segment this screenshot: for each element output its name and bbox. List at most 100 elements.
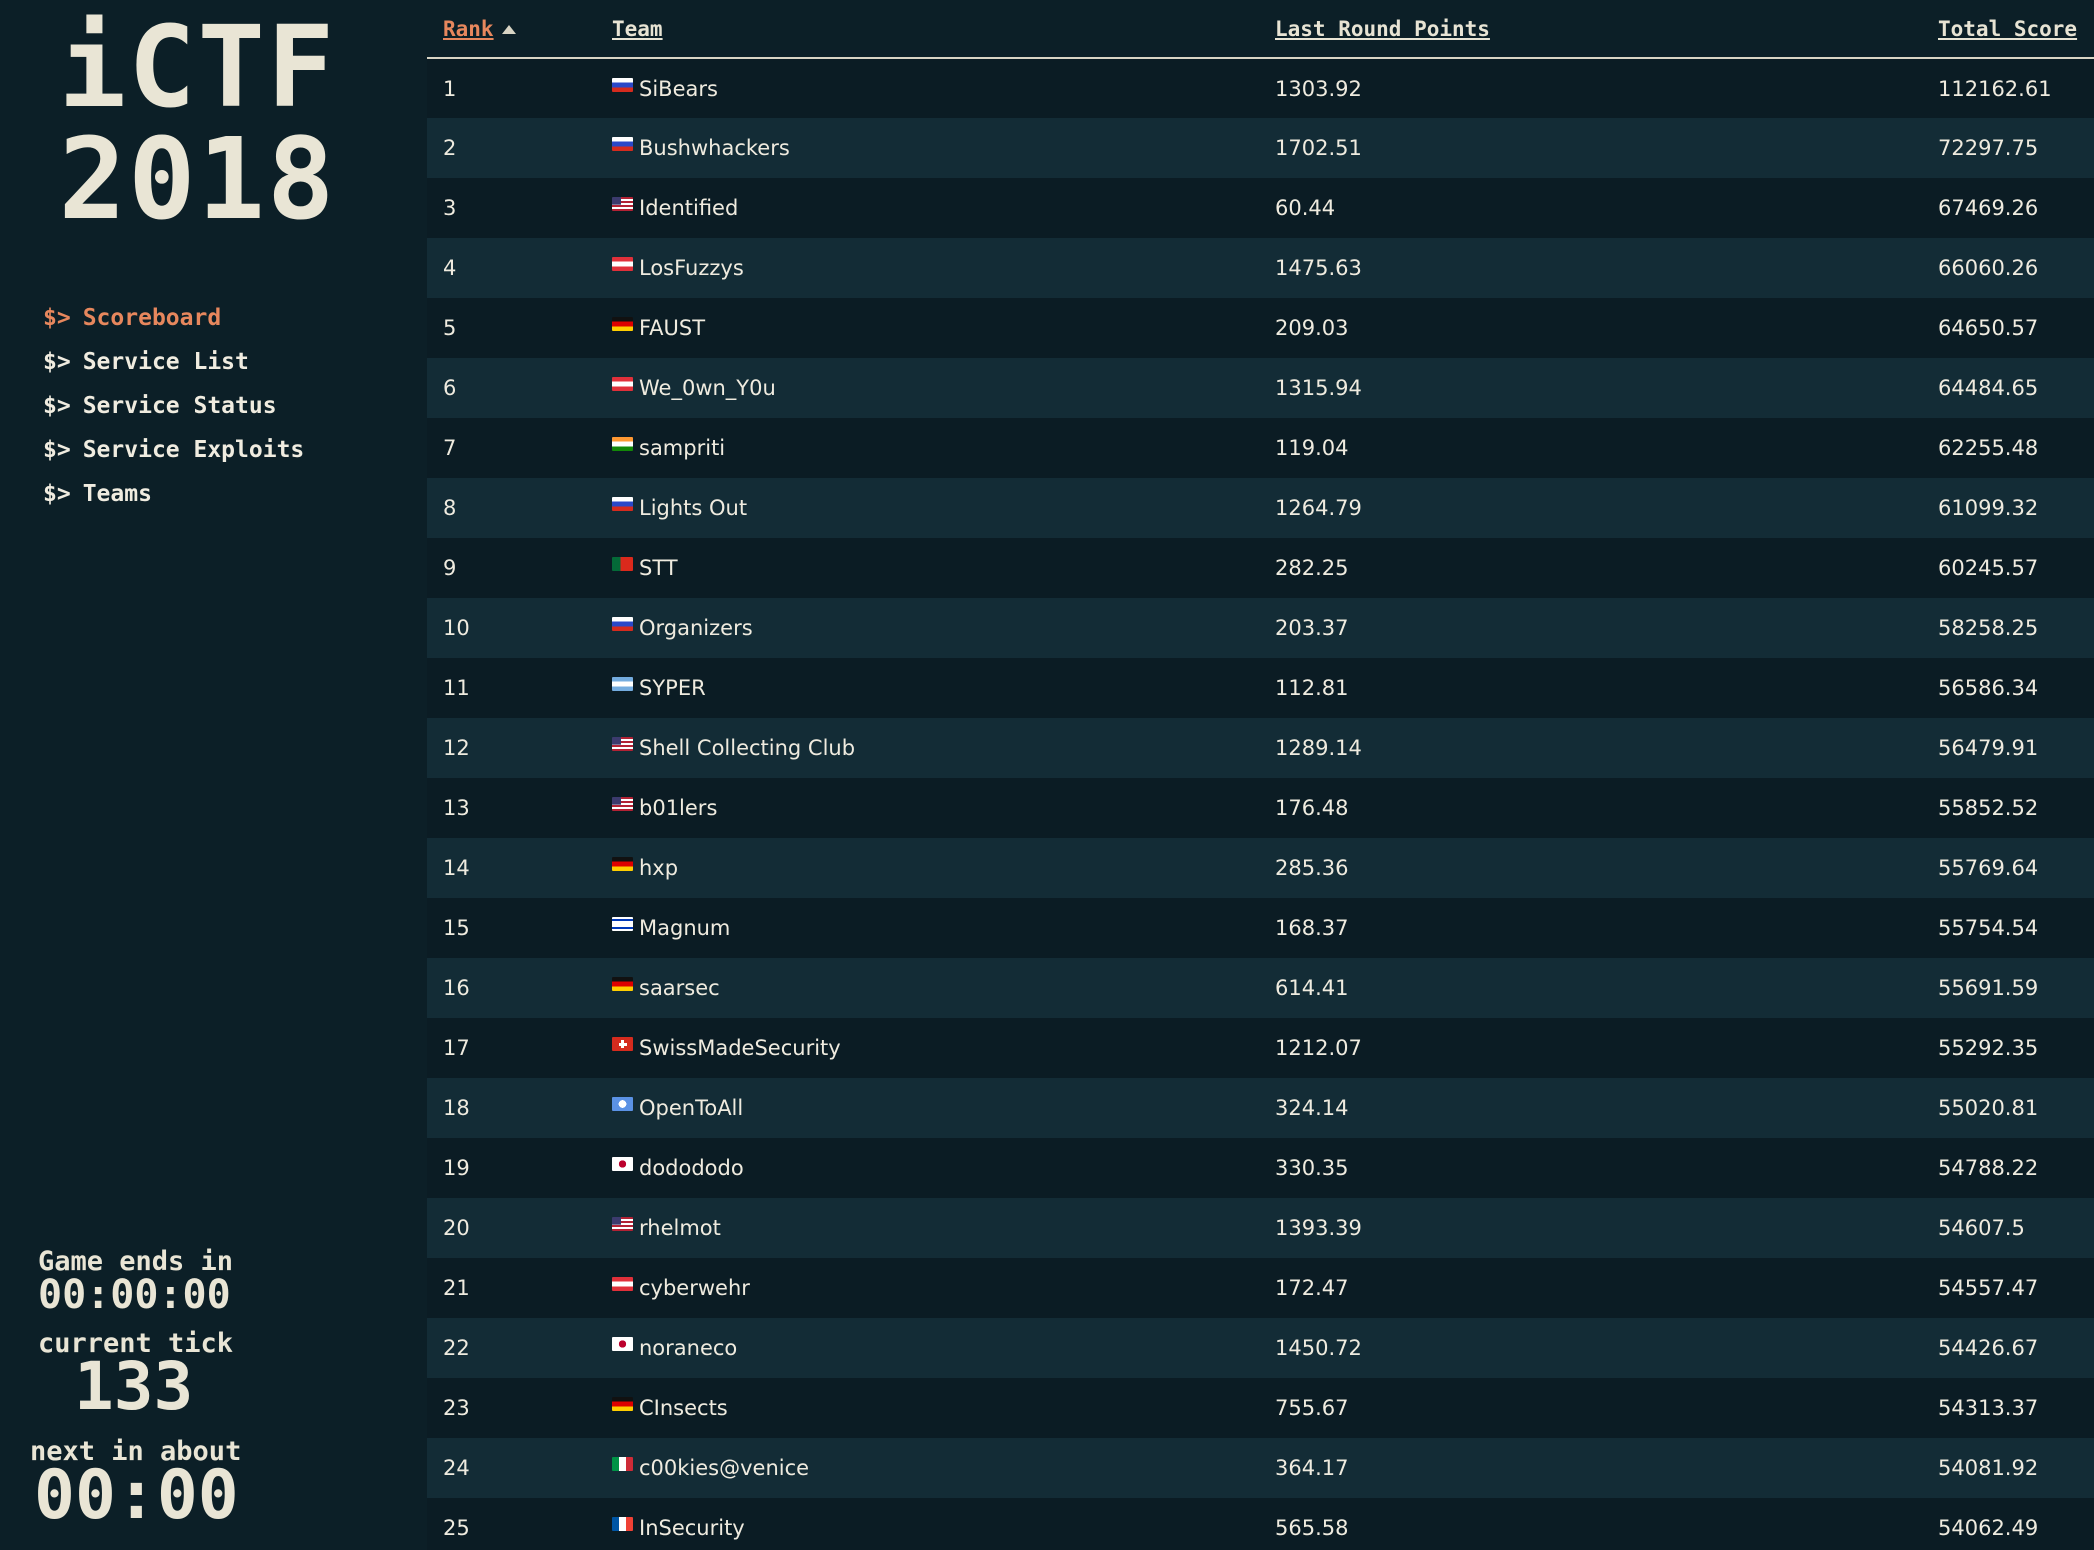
team-cell: InSecurity bbox=[596, 1498, 1259, 1550]
column-header-team[interactable]: Team bbox=[596, 0, 1259, 59]
team-name: Bushwhackers bbox=[639, 136, 790, 160]
rank-cell: 7 bbox=[443, 436, 457, 460]
team-cell: We_0wn_Y0u bbox=[596, 358, 1259, 418]
usa-flag-icon bbox=[612, 1217, 633, 1231]
last-round-points-cell: 1702.51 bbox=[1275, 136, 1362, 160]
team-name: CInsects bbox=[639, 1396, 728, 1420]
total-score-cell: 55754.54 bbox=[1938, 916, 2039, 940]
total-score-cell: 55020.81 bbox=[1938, 1096, 2039, 1120]
usa-flag-icon bbox=[612, 197, 633, 211]
russia-flag-icon bbox=[612, 77, 633, 92]
table-row: 8 Lights Out 1264.79 61099.32 bbox=[427, 478, 2094, 538]
rank-cell: 17 bbox=[443, 1036, 470, 1060]
table-row: 6 We_0wn_Y0u 1315.94 64484.65 bbox=[427, 358, 2094, 418]
team-cell: Shell Collecting Club bbox=[596, 718, 1259, 778]
nav-prompt: $> bbox=[43, 393, 71, 419]
total-score-cell: 112162.61 bbox=[1938, 76, 2052, 101]
column-header-total-score[interactable]: Total Score bbox=[1922, 0, 2094, 59]
table-row: 12 Shell Collecting Club 1289.14 56479.91 bbox=[427, 718, 2094, 778]
column-header-last-round-points[interactable]: Last Round Points bbox=[1259, 0, 1922, 59]
team-name: Organizers bbox=[639, 616, 753, 640]
germany-flag-icon bbox=[612, 977, 633, 991]
total-score-cell: 60245.57 bbox=[1938, 556, 2039, 580]
team-cell: rhelmot bbox=[596, 1198, 1259, 1258]
austria-flag-icon bbox=[612, 257, 633, 271]
total-score-cell: 54313.37 bbox=[1938, 1396, 2039, 1420]
russia-flag-icon bbox=[612, 617, 633, 631]
nav-item-teams[interactable]: $> Teams bbox=[43, 472, 304, 516]
scoreboard-table: Rank Team Last Round Points Total Score … bbox=[427, 0, 2094, 1550]
rank-cell: 2 bbox=[443, 136, 457, 160]
total-score-cell: 54081.92 bbox=[1938, 1456, 2039, 1480]
total-score-cell: 61099.32 bbox=[1938, 496, 2039, 520]
nav-item-service-status[interactable]: $> Service Status bbox=[43, 384, 304, 428]
last-round-points-cell: 565.58 bbox=[1275, 1516, 1349, 1540]
last-round-points-cell: 282.25 bbox=[1275, 556, 1349, 580]
italy-flag-icon bbox=[612, 1457, 633, 1471]
total-score-cell: 54062.49 bbox=[1938, 1516, 2039, 1540]
team-cell: cyberwehr bbox=[596, 1258, 1259, 1318]
rank-cell: 10 bbox=[443, 616, 470, 640]
team-name: SwissMadeSecurity bbox=[639, 1036, 841, 1060]
table-row: 2 Bushwhackers 1702.51 72297.75 bbox=[427, 118, 2094, 178]
team-name: InSecurity bbox=[639, 1516, 745, 1540]
nav-item-label: Service Status bbox=[82, 393, 277, 419]
table-row: 16 saarsec 614.41 55691.59 bbox=[427, 958, 2094, 1018]
column-header-rank[interactable]: Rank bbox=[427, 0, 596, 59]
sort-ascending-icon bbox=[501, 25, 516, 34]
last-round-points-cell: 1289.14 bbox=[1275, 736, 1362, 760]
total-score-cell: 54557.47 bbox=[1938, 1276, 2039, 1300]
last-round-points-cell: 330.35 bbox=[1275, 1156, 1349, 1180]
nav-item-service-list[interactable]: $> Service List bbox=[43, 340, 304, 384]
usa-flag-icon bbox=[612, 797, 633, 811]
team-name: OpenToAll bbox=[639, 1096, 744, 1120]
rank-cell: 11 bbox=[443, 676, 470, 700]
table-row: 3 Identified 60.44 67469.26 bbox=[427, 178, 2094, 238]
usa-flag-icon bbox=[612, 737, 633, 751]
team-cell: noraneco bbox=[596, 1318, 1259, 1378]
table-row: 18 OpenToAll 324.14 55020.81 bbox=[427, 1078, 2094, 1138]
united-nations-flag-icon bbox=[612, 1097, 633, 1111]
last-round-points-cell: 1475.63 bbox=[1275, 256, 1362, 280]
last-round-points-cell: 1264.79 bbox=[1275, 496, 1362, 520]
team-cell: CInsects bbox=[596, 1378, 1259, 1438]
rank-cell: 14 bbox=[443, 856, 470, 880]
total-score-cell: 67469.26 bbox=[1938, 196, 2039, 220]
rank-cell: 4 bbox=[443, 256, 457, 280]
last-round-points-cell: 1303.92 bbox=[1275, 76, 1362, 101]
nav-item-label: Service List bbox=[82, 349, 249, 375]
team-cell: hxp bbox=[596, 838, 1259, 898]
table-row: 11 SYPER 112.81 56586.34 bbox=[427, 658, 2094, 718]
nav-item-scoreboard[interactable]: $> Scoreboard bbox=[43, 296, 304, 340]
team-name: hxp bbox=[639, 856, 679, 880]
team-name: Magnum bbox=[639, 916, 731, 940]
rank-cell: 25 bbox=[443, 1516, 470, 1540]
india-flag-icon bbox=[612, 437, 633, 451]
total-score-cell: 55769.64 bbox=[1938, 856, 2039, 880]
team-cell: Identified bbox=[596, 178, 1259, 238]
table-row: 4 LosFuzzys 1475.63 66060.26 bbox=[427, 238, 2094, 298]
total-score-cell: 58258.25 bbox=[1938, 616, 2039, 640]
table-row: 10 Organizers 203.37 58258.25 bbox=[427, 598, 2094, 658]
rank-cell: 5 bbox=[443, 316, 457, 340]
table-row: 20 rhelmot 1393.39 54607.5 bbox=[427, 1198, 2094, 1258]
nav-item-service-exploits[interactable]: $> Service Exploits bbox=[43, 428, 304, 472]
japan-flag-icon bbox=[612, 1157, 633, 1171]
team-cell: c00kies@venice bbox=[596, 1438, 1259, 1498]
last-round-points-cell: 1450.72 bbox=[1275, 1336, 1362, 1360]
last-round-points-cell: 209.03 bbox=[1275, 316, 1349, 340]
rank-cell: 20 bbox=[443, 1216, 470, 1240]
russia-flag-icon bbox=[612, 137, 633, 151]
total-score-cell: 56479.91 bbox=[1938, 736, 2039, 760]
team-cell: saarsec bbox=[596, 958, 1259, 1018]
current-tick-value: 133 bbox=[74, 1348, 194, 1425]
team-name: cyberwehr bbox=[639, 1276, 750, 1300]
total-score-cell: 54426.67 bbox=[1938, 1336, 2039, 1360]
team-name: SiBears bbox=[639, 76, 718, 101]
rank-cell: 24 bbox=[443, 1456, 470, 1480]
nav-prompt: $> bbox=[43, 481, 71, 507]
rank-cell: 3 bbox=[443, 196, 457, 220]
nav-item-label: Scoreboard bbox=[82, 305, 222, 331]
table-header-row: Rank Team Last Round Points Total Score bbox=[427, 0, 2094, 59]
next-tick-value: 00:00 bbox=[34, 1456, 239, 1535]
